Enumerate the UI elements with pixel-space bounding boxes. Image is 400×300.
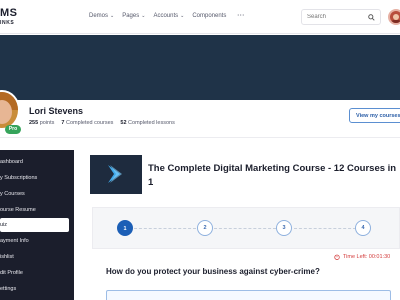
search-input[interactable] xyxy=(307,14,365,20)
nav-demos[interactable]: Demos ⌄ xyxy=(89,13,114,19)
quiz-progress-steps: 1 2 3 4 xyxy=(92,207,400,249)
nav-pages-label: Pages xyxy=(122,13,140,19)
nav-demos-label: Demos xyxy=(89,13,109,19)
nav-pages[interactable]: Pages ⌄ xyxy=(122,13,145,19)
nav-accounts-label: Accounts xyxy=(153,13,179,19)
step-connector xyxy=(294,228,356,229)
chevron-down-icon: ⌄ xyxy=(180,13,185,19)
search-box[interactable] xyxy=(301,9,381,25)
sidebar-item-courses[interactable]: y Courses xyxy=(0,187,74,201)
account-sidebar: ashboard y Subscriptions y Courses ourse… xyxy=(0,150,74,300)
quiz-question: How do you protect your business against… xyxy=(106,267,320,276)
logo-text: MS xyxy=(0,7,18,19)
profile-cover xyxy=(0,35,400,100)
top-header: MS INKS Demos ⌄ Pages ⌄ Accounts ⌄ Compo… xyxy=(0,0,400,34)
chevron-down-icon: ⌄ xyxy=(110,13,115,19)
answer-option[interactable] xyxy=(106,290,391,300)
step-1[interactable]: 1 xyxy=(117,220,133,236)
step-connector xyxy=(214,228,276,229)
course-title: The Complete Digital Marketing Course - … xyxy=(148,163,397,188)
sidebar-item-wishlist[interactable]: ishlist xyxy=(0,250,74,264)
sidebar-item-edit-profile[interactable]: dit Profile xyxy=(0,266,74,280)
course-thumbnail-image xyxy=(90,155,142,194)
view-my-courses-button[interactable]: View my courses xyxy=(349,108,400,123)
profile-stats: 255 points 7 Completed courses 52 Comple… xyxy=(29,120,182,126)
step-connector xyxy=(134,228,196,229)
divider xyxy=(0,137,400,138)
step-2[interactable]: 2 xyxy=(197,220,213,236)
avatar-image xyxy=(391,14,400,23)
sidebar-item-payment-info[interactable]: ayment Info xyxy=(0,234,74,248)
nav-components-label: Components xyxy=(192,13,227,19)
sidebar-item-settings[interactable]: ettings xyxy=(0,282,74,296)
sidebar-item-dashboard[interactable]: ashboard xyxy=(0,155,74,169)
quiz-timer: Time Left: 00:01:30 xyxy=(334,254,390,260)
chevron-down-icon: ⌄ xyxy=(141,13,146,19)
profile-name: Lori Stevens xyxy=(29,106,84,116)
sidebar-item-quiz[interactable]: uiz xyxy=(0,218,69,232)
more-menu-icon[interactable]: ··· xyxy=(237,13,245,19)
time-left-text: Time Left: 00:01:30 xyxy=(343,254,391,260)
stopwatch-icon xyxy=(334,254,340,260)
brand-logo[interactable]: MS INKS xyxy=(0,7,30,29)
profile-avatar xyxy=(0,90,20,130)
stat-completed-courses: 7 Completed courses xyxy=(61,120,114,126)
search-icon[interactable] xyxy=(368,13,375,21)
step-3[interactable]: 3 xyxy=(276,220,292,236)
nav-accounts[interactable]: Accounts ⌄ xyxy=(153,13,184,19)
stat-points: 255 points xyxy=(29,120,55,126)
step-4[interactable]: 4 xyxy=(355,220,371,236)
stat-completed-lessons: 52 Completed lessons xyxy=(120,120,175,126)
pro-badge: Pro xyxy=(5,125,21,134)
sidebar-item-subscriptions[interactable]: y Subscriptions xyxy=(0,171,74,185)
nav-components[interactable]: Components xyxy=(192,13,226,19)
course-thumbnail xyxy=(90,155,142,194)
user-avatar[interactable] xyxy=(388,9,400,25)
logo-subtext: INKS xyxy=(0,20,15,26)
sidebar-item-course-resume[interactable]: ourse Resume xyxy=(0,203,74,217)
main-nav: Demos ⌄ Pages ⌄ Accounts ⌄ Components ··… xyxy=(89,13,245,19)
